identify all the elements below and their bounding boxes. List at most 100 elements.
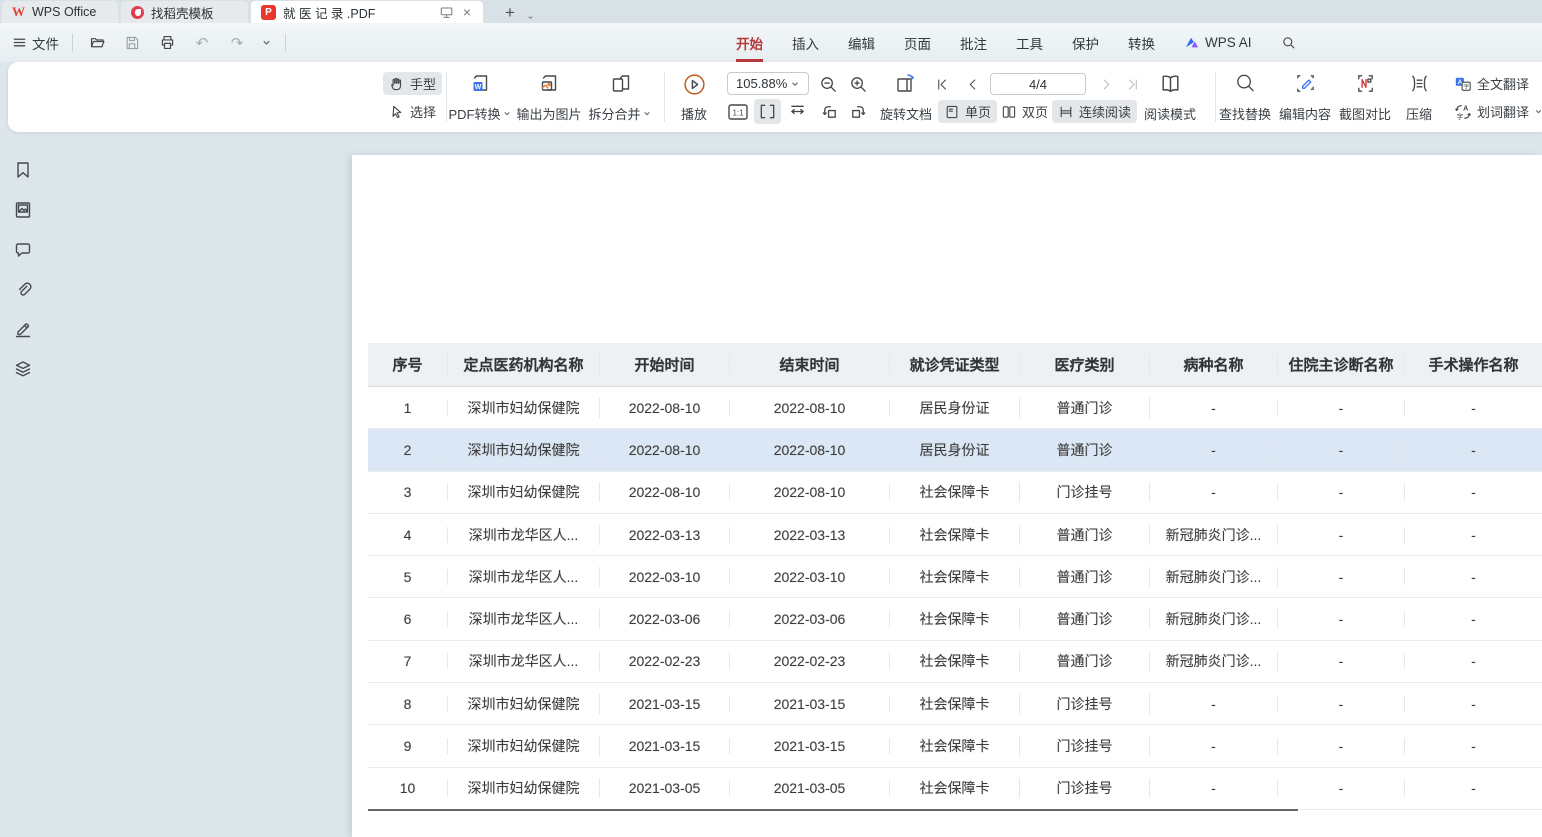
- menu-tab-protect[interactable]: 保护: [1072, 33, 1099, 53]
- table-cell: -: [1278, 611, 1405, 627]
- single-page-button[interactable]: 单页: [938, 100, 997, 123]
- zoom-out-button[interactable]: [814, 71, 842, 97]
- menu-search-icon[interactable]: [1281, 35, 1297, 51]
- zoom-in-button[interactable]: [844, 71, 872, 97]
- rotate-document-icon: [894, 72, 918, 96]
- bookmarks-panel-icon[interactable]: [13, 160, 33, 180]
- fit-width-button[interactable]: [754, 99, 781, 124]
- svg-text:字: 字: [1463, 82, 1469, 90]
- select-tool-button[interactable]: 选择: [383, 100, 442, 123]
- table-cell: -: [1405, 400, 1542, 416]
- monitor-icon[interactable]: [439, 5, 454, 20]
- table-cell: 2021-03-15: [600, 738, 730, 754]
- rotate-right-button[interactable]: [845, 99, 872, 124]
- fit-page-button[interactable]: [784, 99, 811, 124]
- annotation-pen-panel-icon[interactable]: [13, 319, 33, 339]
- hand-tool-button[interactable]: 手型: [383, 72, 442, 95]
- table-cell: 2022-02-23: [730, 653, 890, 669]
- table-cell: -: [1405, 738, 1542, 754]
- table-row: 7深圳市龙华区人...2022-02-232022-02-23社会保障卡普通门诊…: [368, 641, 1542, 683]
- tab-list-chevron-icon[interactable]: [525, 12, 536, 23]
- table-cell: 深圳市龙华区人...: [448, 609, 600, 629]
- table-row: 9深圳市妇幼保健院2021-03-152021-03-15社会保障卡门诊挂号--…: [368, 725, 1542, 767]
- play-icon: [681, 72, 706, 97]
- word-translate-button[interactable]: A 字 划词翻译: [1448, 100, 1542, 123]
- new-tab-button[interactable]: +: [501, 3, 519, 23]
- layers-panel-icon[interactable]: [13, 359, 33, 379]
- previous-page-button[interactable]: [960, 71, 984, 97]
- first-page-button[interactable]: [930, 71, 954, 97]
- screenshot-compare-button[interactable]: 截图对比: [1339, 71, 1391, 125]
- table-cell: -: [1278, 400, 1405, 416]
- table-cell: 深圳市妇幼保健院: [448, 778, 600, 798]
- menu-tab-tools[interactable]: 工具: [1016, 33, 1043, 53]
- table-cell: -: [1150, 484, 1278, 500]
- find-replace-button[interactable]: 查找替换: [1219, 71, 1271, 125]
- one-to-one-icon: 1:1: [732, 108, 744, 117]
- rotate-document-button[interactable]: 旋转文档: [880, 71, 932, 125]
- menu-tab-home[interactable]: 开始: [736, 33, 763, 53]
- attachments-panel-icon[interactable]: [13, 280, 33, 300]
- zoom-level-input[interactable]: [736, 76, 790, 91]
- edit-content-icon: [1293, 72, 1316, 95]
- chevron-down-icon: [1534, 107, 1542, 116]
- compress-icon: [1407, 72, 1430, 95]
- hand-icon: [389, 76, 405, 92]
- table-cell: 10: [368, 780, 448, 796]
- quick-access-chevron-icon[interactable]: [261, 37, 272, 48]
- separator: [664, 72, 665, 122]
- edit-content-button[interactable]: 编辑内容: [1279, 71, 1331, 125]
- actual-size-button[interactable]: 1:1: [724, 99, 751, 124]
- tab-document-pdf[interactable]: P 就 医 记 录 .PDF ×: [251, 1, 483, 23]
- next-page-button[interactable]: [1094, 71, 1118, 97]
- continuous-reading-button[interactable]: 连续阅读: [1052, 100, 1137, 123]
- table-cell: 2022-08-10: [600, 400, 730, 416]
- last-page-icon: [1125, 77, 1140, 92]
- redo-icon[interactable]: ↷: [226, 32, 248, 54]
- file-menu-button[interactable]: 文件: [12, 33, 59, 53]
- comments-panel-icon[interactable]: [13, 240, 33, 260]
- wps-ai-button[interactable]: WPS AI: [1184, 35, 1252, 50]
- menu-tab-convert[interactable]: 转换: [1128, 33, 1155, 53]
- table-cell: 普通门诊: [1020, 609, 1150, 629]
- table-row: 3深圳市妇幼保健院2022-08-102022-08-10社会保障卡门诊挂号--…: [368, 472, 1542, 514]
- export-image-button[interactable]: 输出为图片: [516, 71, 581, 125]
- rotate-left-button[interactable]: [816, 99, 843, 124]
- menu-tab-edit[interactable]: 编辑: [848, 33, 875, 53]
- table-cell: -: [1278, 653, 1405, 669]
- page-indicator-input[interactable]: [991, 74, 1085, 94]
- zoom-level-combobox[interactable]: [727, 72, 809, 95]
- split-merge-button[interactable]: 拆分合并: [588, 71, 651, 125]
- table-cell: -: [1278, 738, 1405, 754]
- thumbnails-panel-icon[interactable]: [13, 200, 33, 220]
- export-image-icon: [537, 72, 561, 96]
- table-cell: 2022-03-06: [730, 611, 890, 627]
- menu-tab-comment[interactable]: 批注: [960, 33, 987, 53]
- table-cell: 新冠肺炎门诊...: [1150, 651, 1278, 671]
- full-text-translate-label: 全文翻译: [1477, 74, 1529, 93]
- close-tab-icon[interactable]: ×: [461, 5, 473, 19]
- play-button[interactable]: 播放: [681, 71, 707, 125]
- save-button[interactable]: [121, 32, 143, 54]
- full-text-translate-button[interactable]: A 字 全文翻译: [1448, 72, 1535, 95]
- print-button[interactable]: [156, 32, 178, 54]
- table-cell: 2022-08-10: [730, 442, 890, 458]
- undo-icon[interactable]: ↶: [191, 32, 213, 54]
- tab-wps-office[interactable]: W WPS Office: [2, 1, 118, 23]
- compress-button[interactable]: 压缩: [1406, 71, 1432, 125]
- continuous-reading-icon: [1058, 104, 1074, 120]
- menu-tab-insert[interactable]: 插入: [792, 33, 819, 53]
- table-cell: 2022-03-06: [600, 611, 730, 627]
- menu-tab-page[interactable]: 页面: [904, 33, 931, 53]
- pdf-convert-button[interactable]: W PDF转换: [448, 71, 511, 125]
- tab-docer-templates[interactable]: 找稻壳模板: [121, 1, 248, 23]
- table-cell: 深圳市龙华区人...: [448, 651, 600, 671]
- rotate-right-icon: [849, 102, 868, 121]
- table-cell: -: [1405, 653, 1542, 669]
- read-mode-button[interactable]: 阅读模式: [1140, 71, 1200, 125]
- table-cell: 7: [368, 653, 448, 669]
- table-cell: -: [1150, 400, 1278, 416]
- window-tab-bar: W WPS Office 找稻壳模板 P 就 医 记 录 .PDF × +: [0, 0, 1542, 23]
- page-indicator-field[interactable]: [990, 73, 1086, 95]
- open-file-button[interactable]: [86, 32, 108, 54]
